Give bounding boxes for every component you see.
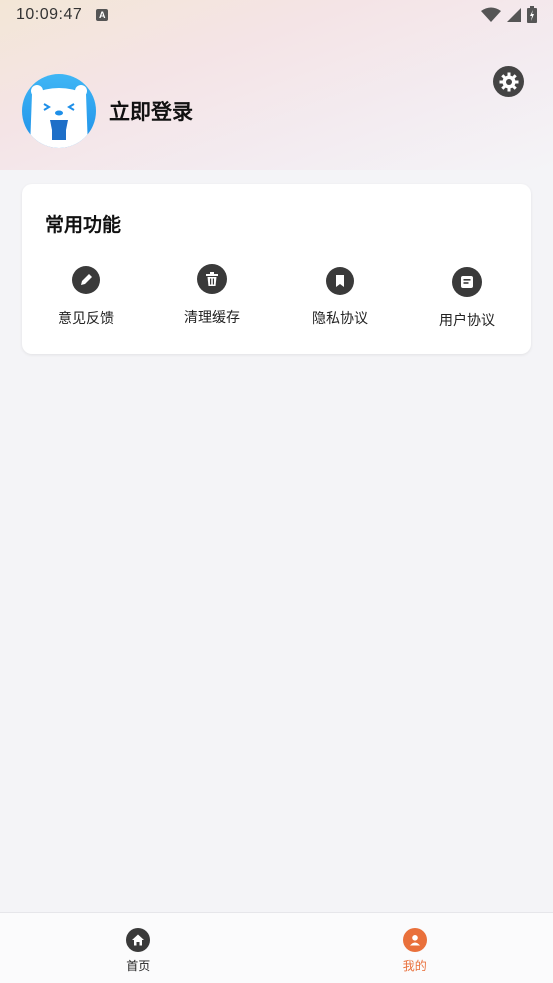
user-icon: [402, 928, 427, 952]
common-functions-card: 常用功能 意见反馈 清理缓存 隐私协议 用户协议: [22, 184, 531, 354]
settings-button[interactable]: [493, 66, 524, 97]
bottom-tab-bar: 首页 我的: [0, 912, 553, 983]
bear-avatar-icon[interactable]: [22, 74, 96, 148]
bookmark-icon: [326, 267, 354, 295]
profile-section: 立即登录: [22, 74, 193, 148]
tab-home[interactable]: 首页: [0, 913, 277, 983]
tab-mine-label: 我的: [402, 959, 427, 973]
privacy-policy-item[interactable]: 隐私协议: [280, 267, 400, 328]
document-icon: [452, 267, 482, 297]
app-screen: 10:09:47 A 立即登录 常用功能 意见反馈 清理缓存 隐私协议 用户协议…: [0, 0, 553, 983]
feedback-item[interactable]: 意见反馈: [26, 266, 146, 328]
card-title: 常用功能: [45, 214, 122, 236]
login-link[interactable]: 立即登录: [109, 96, 193, 126]
gear-icon: [499, 72, 518, 91]
clear-cache-label: 清理缓存: [184, 310, 240, 326]
wifi-icon: [481, 7, 501, 22]
trash-icon: [197, 264, 227, 294]
signal-icon: [507, 7, 521, 22]
home-icon: [126, 928, 151, 952]
user-agreement-item[interactable]: 用户协议: [407, 267, 527, 330]
feedback-label: 意见反馈: [58, 311, 114, 327]
tab-home-label: 首页: [126, 959, 151, 973]
status-time: 10:09:47: [16, 6, 83, 23]
privacy-policy-label: 隐私协议: [312, 311, 368, 327]
status-indicators: [481, 6, 537, 23]
battery-icon: [527, 6, 537, 23]
notification-a-icon: A: [96, 9, 109, 21]
tab-mine[interactable]: 我的: [277, 913, 553, 983]
user-agreement-label: 用户协议: [439, 313, 495, 329]
pencil-icon: [72, 266, 100, 294]
status-bar: 10:09:47 A: [0, 0, 553, 30]
clear-cache-item[interactable]: 清理缓存: [152, 264, 272, 327]
